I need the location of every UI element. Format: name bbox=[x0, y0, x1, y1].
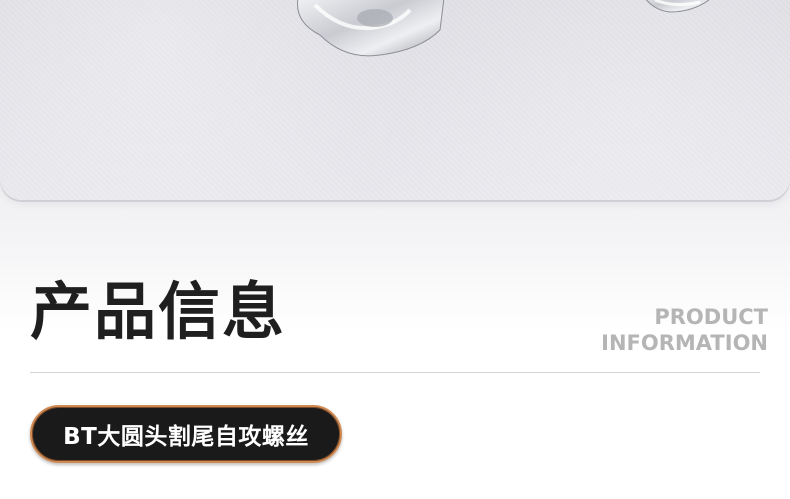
product-photo-panel bbox=[0, 0, 790, 200]
product-name-badge: BT大圆头割尾自攻螺丝 bbox=[30, 405, 342, 463]
section-title-en-line1: PRODUCT bbox=[654, 305, 768, 329]
screw-photo-icon bbox=[297, 0, 710, 57]
section-title-zh: 产品信息 bbox=[30, 275, 287, 348]
product-name: BT大圆头割尾自攻螺丝 bbox=[63, 424, 309, 450]
section-title-en-line2: INFORMATION bbox=[601, 331, 768, 355]
section-divider bbox=[30, 372, 760, 373]
section-title-en: PRODUCT INFORMATION bbox=[601, 304, 768, 356]
